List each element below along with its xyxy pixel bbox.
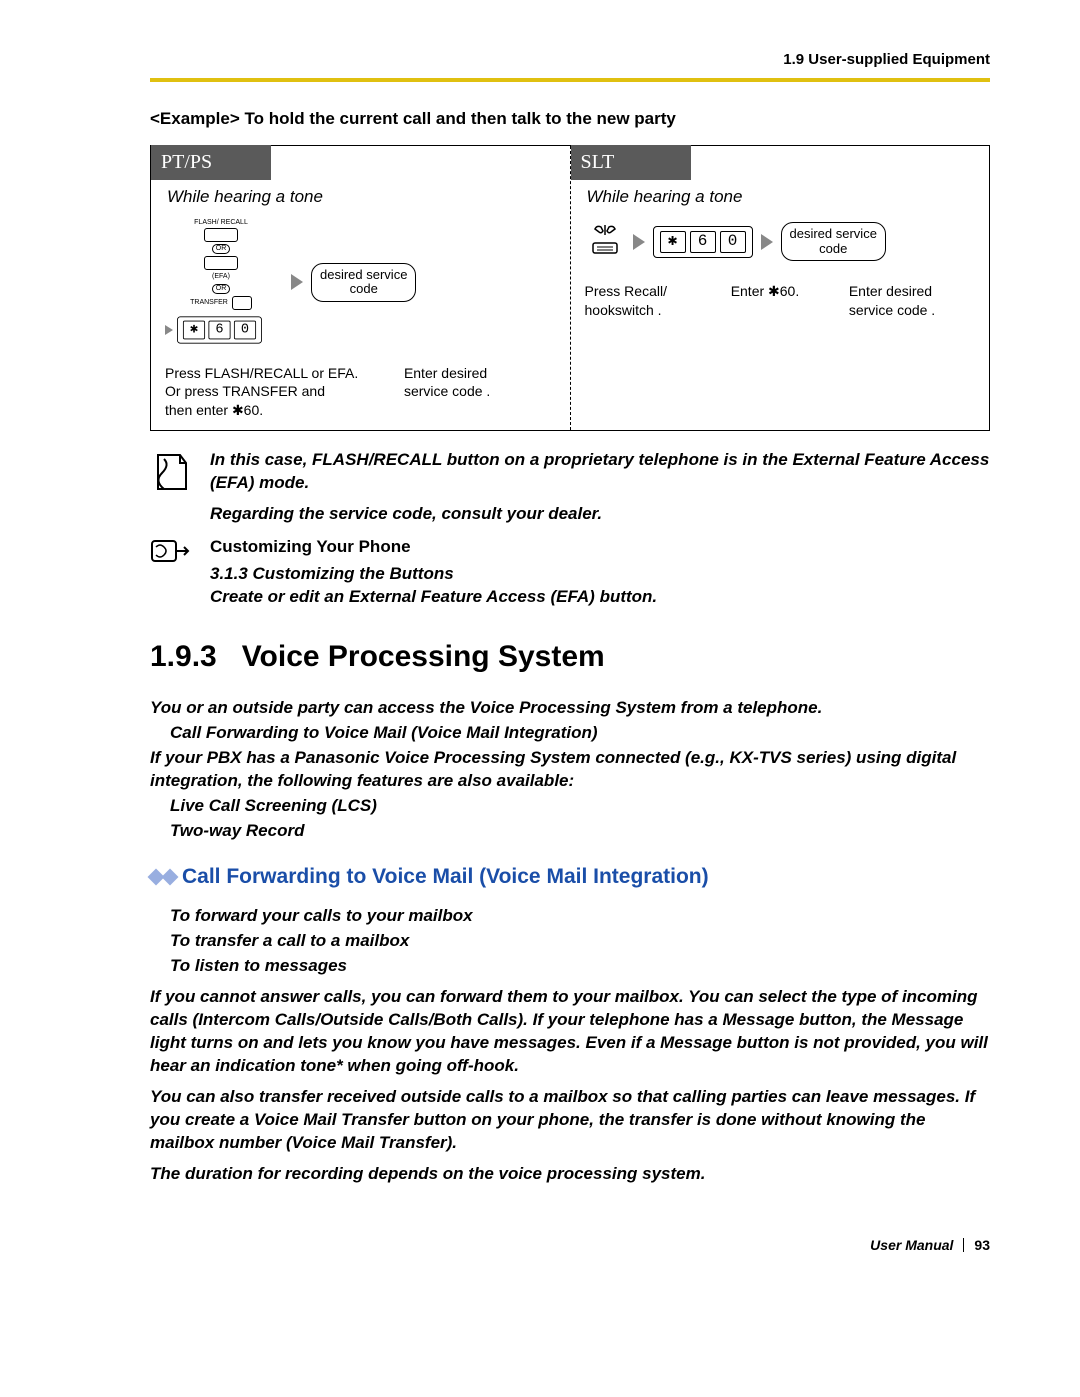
slt-caption-2: Enter ✱60. bbox=[731, 282, 829, 320]
example-diagram: PT/PS While hearing a tone FLASH/ RECALL… bbox=[150, 145, 990, 431]
slt-caption-3: Enter desired service code . bbox=[849, 282, 975, 320]
note-line-1: In this case, FLASH/RECALL button on a p… bbox=[210, 449, 990, 495]
header-rule bbox=[150, 78, 990, 82]
note-icon bbox=[150, 449, 192, 502]
page-footer: User Manual 93 bbox=[150, 1236, 990, 1255]
arrow-icon bbox=[291, 274, 303, 290]
header-section-label: 1.9 User-supplied Equipment bbox=[150, 50, 990, 70]
customize-block: Customizing Your Phone 3.1.3 Customizing… bbox=[150, 536, 990, 609]
flash-efa-transfer-stack: FLASH/ RECALL OR (EFA) OR TRANSFER ✱ bbox=[165, 219, 277, 345]
slt-caption-1: Press Recall/ hookswitch . bbox=[585, 282, 711, 320]
ptps-caption-1: Press FLASH/RECALL or EFA. Or press TRAN… bbox=[165, 364, 384, 421]
note-line-2: Regarding the service code, consult your… bbox=[210, 503, 990, 526]
service-code-box: desired service code bbox=[781, 222, 886, 261]
keypad: ✱ 6 0 bbox=[653, 226, 753, 258]
footer-label: User Manual bbox=[870, 1236, 953, 1255]
diamond-bullet-icon bbox=[150, 871, 176, 883]
service-code-box: desired service code bbox=[311, 263, 416, 302]
diagram-left-column: PT/PS While hearing a tone FLASH/ RECALL… bbox=[151, 146, 570, 430]
ptps-sub: While hearing a tone bbox=[167, 186, 556, 209]
example-title: <Example> To hold the current call and t… bbox=[150, 108, 990, 131]
arrow-icon bbox=[761, 234, 773, 250]
slt-header: SLT bbox=[571, 145, 691, 180]
customize-title: Customizing Your Phone bbox=[210, 536, 657, 559]
slt-sub: While hearing a tone bbox=[587, 186, 976, 209]
section-intro: You or an outside party can access the V… bbox=[150, 697, 990, 843]
customize-sub: 3.1.3 Customizing the Buttons bbox=[210, 563, 657, 586]
section-heading: 1.9.3 Voice Processing System bbox=[150, 637, 990, 678]
footer-divider bbox=[963, 1238, 964, 1252]
ptps-caption-2: Enter desired service code . bbox=[404, 364, 556, 421]
diagram-right-column: SLT While hearing a tone ✱ 6 bbox=[571, 146, 990, 430]
hookswitch-icon bbox=[585, 219, 625, 264]
ptps-header: PT/PS bbox=[151, 145, 271, 180]
customize-line: Create or edit an External Feature Acces… bbox=[210, 586, 657, 609]
voicemail-body: To forward your calls to your mailbox To… bbox=[150, 905, 990, 1185]
page-number: 93 bbox=[974, 1236, 990, 1255]
voicemail-heading: Call Forwarding to Voice Mail (Voice Mai… bbox=[150, 863, 990, 891]
arrow-icon bbox=[633, 234, 645, 250]
pointing-hand-icon bbox=[150, 536, 192, 574]
note-block: In this case, FLASH/RECALL button on a p… bbox=[150, 449, 990, 526]
